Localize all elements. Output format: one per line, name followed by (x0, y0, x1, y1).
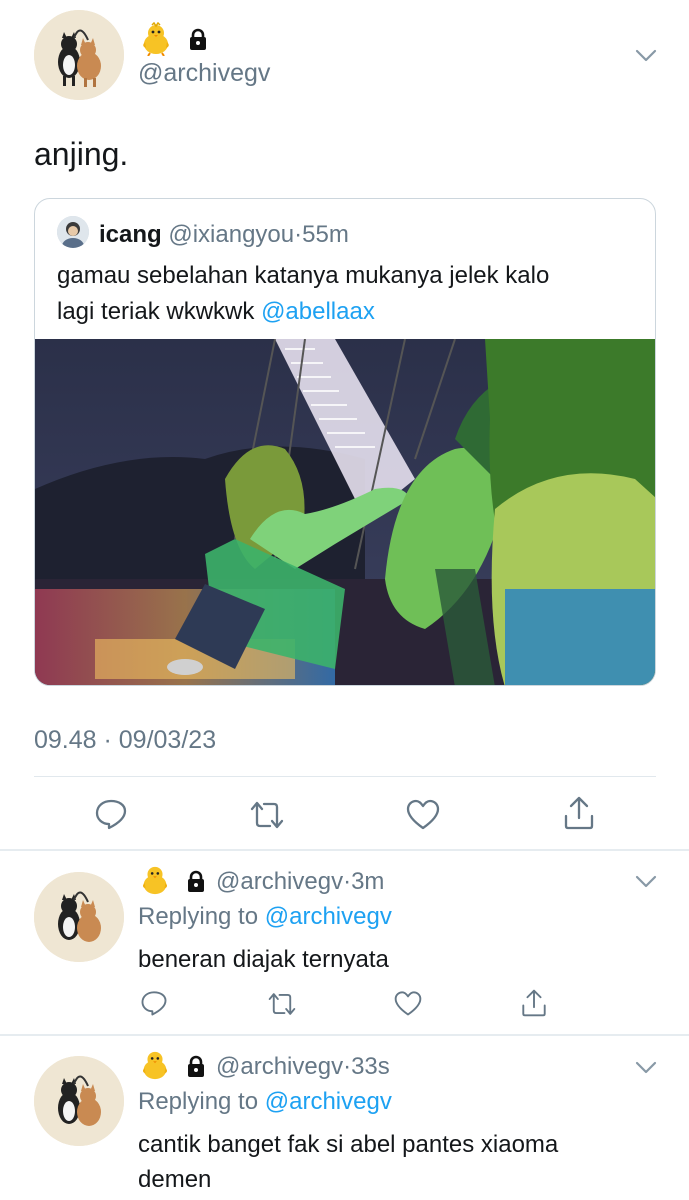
avatar[interactable] (34, 10, 124, 100)
replying-to-label: Replying to (138, 1088, 259, 1115)
retweet-icon (250, 801, 284, 829)
quoted-text-line-2: lagi teriak wkwkwk (57, 298, 255, 325)
reply-button[interactable] (94, 797, 128, 831)
reply-button[interactable] (140, 989, 168, 1017)
like-button[interactable] (393, 989, 423, 1017)
share-button[interactable] (562, 795, 596, 831)
like-icon (406, 799, 440, 830)
like-icon (394, 991, 422, 1016)
tweet-photo[interactable] (35, 338, 655, 685)
cats-avatar-icon (34, 1056, 124, 1146)
replying-to-handle[interactable]: @archivegv (265, 903, 392, 930)
reply-time: 3m (351, 868, 385, 895)
avatar[interactable] (34, 872, 124, 962)
reply-text: beneran diajak ternyata (138, 946, 389, 973)
lock-icon (184, 1054, 208, 1078)
quoted-time: 55m (302, 221, 349, 248)
dot-separator: · (294, 221, 303, 248)
tweet-text: anjing. (34, 136, 129, 172)
avatar[interactable] (34, 1056, 124, 1146)
share-icon (522, 989, 546, 1017)
quoted-tweet-card[interactable]: icang @ixiangyou·55m gamau sebelahan kat… (34, 198, 656, 686)
quoted-author-handle[interactable]: @ixiangyou (168, 221, 294, 248)
chevron-down-icon[interactable] (632, 870, 660, 892)
replying-to-label: Replying to (138, 903, 259, 930)
chick-emoji-icon (138, 1049, 172, 1081)
reply-icon (95, 799, 127, 830)
retweet-icon (268, 993, 296, 1015)
carnival-swing-photo (35, 338, 655, 685)
chevron-down-icon[interactable] (632, 44, 660, 66)
reply-text-line-2: demen (138, 1166, 212, 1193)
reply-handle[interactable]: @archivegv (216, 1053, 343, 1080)
quoted-author-name[interactable]: icang (99, 221, 162, 248)
share-button[interactable] (520, 988, 548, 1018)
divider (34, 776, 656, 777)
chick-emoji-icon (138, 864, 172, 896)
chevron-down-icon[interactable] (632, 1056, 660, 1078)
lock-icon (184, 869, 208, 893)
tweet-timestamp[interactable]: 09.48 · 09/03/23 (34, 726, 216, 755)
dot-separator: · (343, 868, 352, 895)
quoted-text-line-1: gamau sebelahan katanya mukanya jelek ka… (57, 262, 550, 289)
share-icon (564, 796, 594, 830)
replying-to-handle[interactable]: @archivegv (265, 1088, 392, 1115)
lock-icon (186, 27, 210, 51)
retweet-button[interactable] (266, 990, 298, 1018)
mention-link[interactable]: @abellaax (261, 298, 375, 325)
reply-icon (141, 991, 167, 1016)
section-separator (0, 1034, 689, 1036)
like-button[interactable] (405, 797, 441, 831)
reply-time: 33s (351, 1053, 390, 1080)
chick-emoji-icon (138, 21, 174, 57)
author-handle[interactable]: @archivegv (138, 59, 270, 88)
quoted-avatar[interactable] (57, 216, 89, 248)
cats-avatar-icon (34, 872, 124, 962)
section-separator (0, 849, 689, 851)
retweet-button[interactable] (248, 798, 286, 832)
cats-avatar-icon (34, 10, 124, 100)
dot-separator: · (343, 1053, 352, 1080)
reply-handle[interactable]: @archivegv (216, 868, 343, 895)
reply-text-line-1: cantik banget fak si abel pantes xiaoma (138, 1131, 559, 1158)
